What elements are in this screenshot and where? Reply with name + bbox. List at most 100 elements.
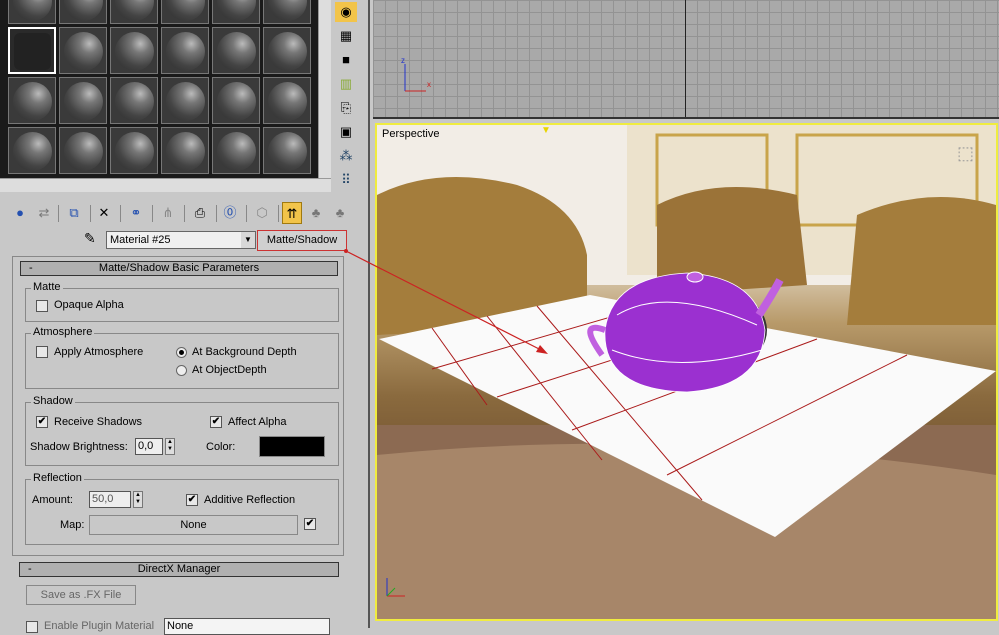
sample-slot[interactable]: [161, 27, 209, 74]
show-map-in-viewport-icon[interactable]: ⓪: [220, 202, 240, 224]
reflection-map-enable-checkbox[interactable]: ✔: [304, 518, 316, 530]
material-sphere: [166, 32, 205, 71]
receive-shadows-checkbox[interactable]: ✔: [36, 416, 48, 428]
make-unique-icon[interactable]: ⚭: [126, 202, 146, 224]
enable-plugin-label: Enable Plugin Material: [44, 620, 155, 632]
slots-vertical-scrollbar[interactable]: [318, 0, 331, 178]
reflection-amount-spinner[interactable]: ▲ ▼: [133, 491, 143, 508]
at-background-depth-radio[interactable]: [176, 347, 187, 358]
material-editor-panel: ◉ ▦ ■ ▥ ⎘ ▣ ⁂ ⠿ ● ⇄ ⧉ ✕ ⚭ ⋔ ⎙ ⓪ ⬡ ⇈ ♣ ♣ …: [0, 0, 370, 635]
slots-horizontal-scrollbar[interactable]: [0, 178, 331, 192]
sample-slot[interactable]: [161, 77, 209, 124]
affect-alpha-checkbox[interactable]: ✔: [210, 416, 222, 428]
opaque-alpha-checkbox[interactable]: [36, 300, 48, 312]
reflection-map-button[interactable]: None: [89, 515, 298, 535]
material-sphere: [166, 0, 205, 21]
sample-slot[interactable]: [212, 77, 260, 124]
shadow-group: Shadow ✔ Receive Shadows ✔ Affect Alpha …: [25, 395, 339, 466]
material-sphere: [13, 0, 52, 21]
material-sphere: [64, 32, 103, 71]
rollout-header-basic-parameters[interactable]: - Matte/Shadow Basic Parameters: [20, 261, 338, 276]
sample-slot[interactable]: [212, 27, 260, 74]
affect-alpha-label: Affect Alpha: [228, 416, 287, 428]
sample-slot[interactable]: [263, 127, 311, 174]
viewcube-icon[interactable]: ⬚: [957, 143, 974, 164]
scene-render: [377, 125, 996, 619]
at-object-depth-label: At ObjectDepth: [192, 364, 267, 376]
eyedropper-icon[interactable]: ✎: [84, 230, 96, 247]
matte-group: Matte Opaque Alpha: [25, 281, 339, 322]
sample-slot[interactable]: [263, 77, 311, 124]
sample-slot[interactable]: [110, 77, 158, 124]
select-by-material-icon[interactable]: ⠿: [335, 170, 357, 190]
get-material-icon[interactable]: ●: [10, 202, 30, 224]
material-sphere: [217, 132, 256, 171]
material-sphere: [13, 132, 52, 171]
sample-slot[interactable]: [8, 27, 56, 74]
collapse-icon: -: [29, 262, 33, 274]
sample-slot[interactable]: [110, 127, 158, 174]
sample-slot[interactable]: [8, 0, 56, 24]
sample-uv-tiling-icon[interactable]: ▥: [335, 74, 357, 94]
at-background-depth-label: At Background Depth: [192, 346, 297, 358]
front-viewport[interactable]: z x: [373, 0, 999, 119]
sample-type-sphere-icon[interactable]: ◉: [335, 2, 357, 22]
sample-slot[interactable]: [263, 0, 311, 24]
go-forward-to-sibling-icon[interactable]: ♣: [306, 202, 326, 224]
save-as-fx-button[interactable]: Save as .FX File: [26, 585, 136, 605]
options-icon[interactable]: ⁂: [335, 146, 357, 166]
sample-slot[interactable]: [161, 127, 209, 174]
additive-reflection-label: Additive Reflection: [204, 494, 296, 506]
material-sphere: [115, 132, 154, 171]
apply-atmosphere-label: Apply Atmosphere: [54, 346, 144, 358]
sample-slot[interactable]: [8, 77, 56, 124]
group-title: Atmosphere: [31, 326, 95, 338]
shadow-brightness-spinner[interactable]: ▲ ▼: [165, 438, 175, 455]
make-preview-icon[interactable]: ▣: [335, 122, 357, 142]
go-to-parent-icon[interactable]: ⇈: [282, 202, 302, 224]
put-to-library-icon[interactable]: ⎙: [190, 202, 210, 224]
chevron-down-icon[interactable]: ▼: [241, 232, 255, 248]
background-checker-icon[interactable]: ▦: [335, 26, 357, 46]
viewport-label[interactable]: Perspective: [382, 128, 439, 140]
at-object-depth-radio[interactable]: [176, 365, 187, 376]
material-map-navigator-icon[interactable]: ♣: [330, 202, 350, 224]
reset-map-icon[interactable]: ✕: [94, 202, 114, 224]
material-id-channel-icon[interactable]: ⋔: [158, 202, 178, 224]
backlight-icon[interactable]: ■: [335, 50, 357, 70]
sample-slot[interactable]: [212, 0, 260, 24]
rollout-header-directx-manager[interactable]: - DirectX Manager: [19, 562, 339, 577]
sample-slot[interactable]: [59, 0, 107, 24]
sample-slot[interactable]: [110, 27, 158, 74]
put-to-scene-icon[interactable]: ⇄: [34, 202, 54, 224]
material-type-button[interactable]: Matte/Shadow: [257, 230, 347, 251]
sample-slot[interactable]: [263, 27, 311, 74]
group-title: Reflection: [31, 472, 84, 484]
additive-reflection-checkbox[interactable]: ✔: [186, 494, 198, 506]
video-color-check-icon[interactable]: ⎘: [335, 98, 357, 118]
sample-slot[interactable]: [161, 0, 209, 24]
sample-slot[interactable]: [110, 0, 158, 24]
sample-slot[interactable]: [212, 127, 260, 174]
sample-slot[interactable]: [59, 127, 107, 174]
apply-atmosphere-checkbox[interactable]: [36, 346, 48, 358]
sample-slot[interactable]: [59, 27, 107, 74]
perspective-viewport[interactable]: Perspective ▼ ⬚: [375, 123, 998, 621]
axis-z-label: z: [401, 56, 405, 65]
show-end-result-icon[interactable]: ⬡: [252, 202, 272, 224]
plugin-material-dropdown[interactable]: None: [164, 618, 330, 635]
rollout-area: - Matte/Shadow Basic Parameters Matte Opa…: [12, 256, 344, 556]
sample-slot[interactable]: [59, 77, 107, 124]
rollout-title: Matte/Shadow Basic Parameters: [98, 262, 260, 274]
reflection-amount-input[interactable]: 50,0: [89, 491, 131, 508]
assign-to-selection-icon[interactable]: ⧉: [64, 202, 84, 224]
material-name-dropdown[interactable]: Material #25 ▼: [106, 231, 256, 249]
shadow-brightness-input[interactable]: 0,0: [135, 438, 163, 455]
material-sphere: [64, 0, 103, 21]
rollout-title: DirectX Manager: [137, 563, 221, 575]
material-name-text: Material #25: [110, 234, 171, 246]
group-title: Matte: [31, 281, 63, 293]
enable-plugin-checkbox[interactable]: [26, 621, 38, 633]
sample-slot[interactable]: [8, 127, 56, 174]
shadow-color-swatch[interactable]: [259, 436, 325, 457]
